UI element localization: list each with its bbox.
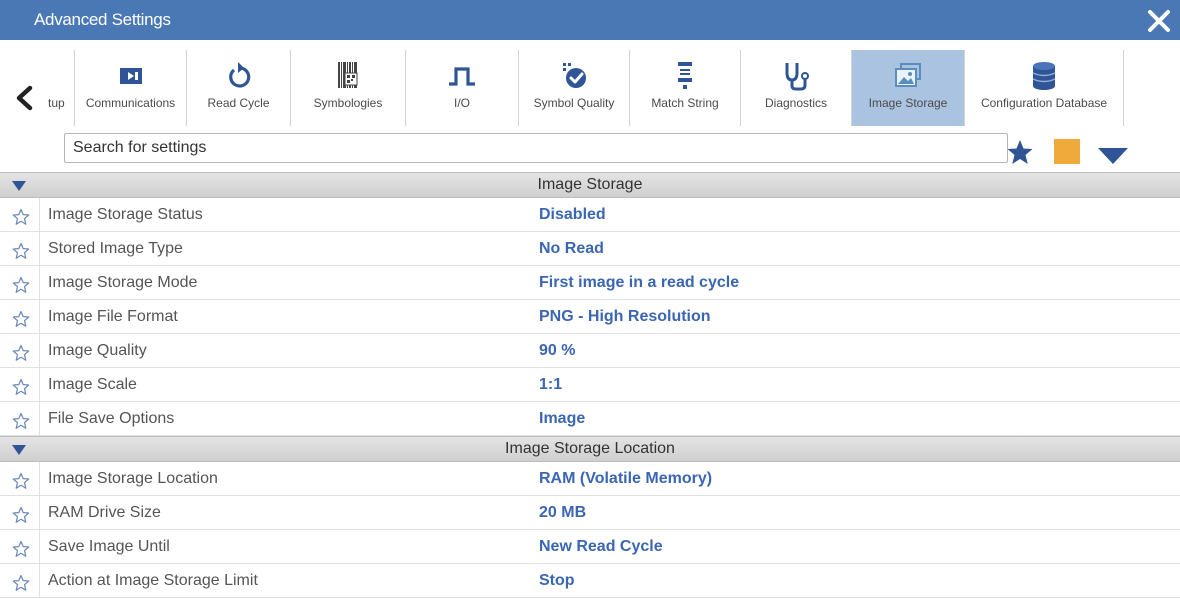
star-outline-icon[interactable] [12,378,30,396]
color-filter-button[interactable] [1054,139,1080,164]
row-divider [39,564,40,597]
tab-communications[interactable]: Communications [75,50,187,126]
database-icon [1032,62,1056,90]
tab-label: Configuration Database [980,96,1108,110]
setting-row[interactable]: Image File Format PNG - High Resolution [0,300,1180,334]
setting-value[interactable]: RAM (Volatile Memory) [539,462,712,495]
row-divider [39,462,40,495]
setting-label: Image File Format [48,308,178,325]
tab-label: Symbologies [313,96,383,110]
tab-label: Match String [651,96,719,110]
star-outline-icon[interactable] [12,344,30,362]
tab-label: Symbol Quality [533,96,615,110]
settings-table: Image Storage Image Storage Status Disab… [0,172,1180,598]
tab-match-string[interactable]: Match String [630,50,741,126]
tab-setup[interactable]: tup [42,50,75,126]
row-divider [39,496,40,529]
row-divider [39,368,40,401]
setting-value[interactable]: Stop [539,564,575,597]
star-outline-icon[interactable] [12,472,30,490]
search-input[interactable] [64,133,1008,163]
favorites-star-icon[interactable] [1006,138,1034,166]
tab-io[interactable]: I/O [406,50,519,126]
star-outline-icon[interactable] [12,276,30,294]
setting-row[interactable]: Save Image Until New Read Cycle [0,530,1180,564]
barcode-icon [338,62,358,88]
setting-value[interactable]: 1:1 [539,368,562,401]
setting-label: Image Storage Location [48,470,218,487]
setting-label: Action at Image Storage Limit [48,572,258,589]
stethoscope-icon [785,63,809,91]
star-outline-icon[interactable] [12,208,30,226]
setting-value[interactable]: Image [539,402,585,435]
setting-row[interactable]: File Save Options Image [0,402,1180,436]
image-icon [895,63,921,87]
setting-label: Image Storage Mode [48,274,198,291]
caret-down-icon[interactable] [1097,147,1129,165]
close-icon[interactable] [1146,8,1172,34]
refresh-icon [228,62,250,88]
row-divider [39,266,40,299]
row-divider [39,300,40,333]
star-outline-icon[interactable] [12,412,30,430]
tab-label: Read Cycle [207,96,270,110]
tab-symbol-quality[interactable]: Symbol Quality [519,50,630,126]
tab-label: I/O [453,96,470,110]
section-header-image-storage-location: Image Storage Location [0,436,1180,462]
row-divider [39,334,40,367]
tab-label: Diagnostics [764,96,828,110]
setting-row[interactable]: Image Storage Location RAM (Volatile Mem… [0,462,1180,496]
section-title: Image Storage [537,176,643,193]
setting-value[interactable]: 90 % [539,334,575,367]
setting-label: Stored Image Type [48,240,183,257]
setting-row[interactable]: Action at Image Storage Limit Stop [0,564,1180,598]
tab-label: Image Storage [868,96,948,110]
window-title: Advanced Settings [34,10,171,29]
star-outline-icon[interactable] [12,574,30,592]
tab-image-storage[interactable]: Image Storage [852,50,965,126]
setting-row[interactable]: Stored Image Type No Read [0,232,1180,266]
pulse-icon [449,67,475,86]
section-header-image-storage: Image Storage [0,172,1180,198]
tab-diagnostics[interactable]: Diagnostics [741,50,852,126]
category-tabs: tup Communications Read Cycle Symbologie… [42,50,1124,126]
setting-value[interactable]: PNG - High Resolution [539,300,711,333]
setting-value[interactable]: 20 MB [539,496,586,529]
setting-label: Image Quality [48,342,147,359]
advanced-settings-window: Advanced Settings tup Communications Rea… [0,0,1180,598]
setting-row[interactable]: Image Scale 1:1 [0,368,1180,402]
row-divider [39,232,40,265]
setting-row[interactable]: Image Storage Status Disabled [0,198,1180,232]
setting-row[interactable]: Image Quality 90 % [0,334,1180,368]
setting-label: Save Image Until [48,538,170,555]
tab-label: Communications [85,96,176,110]
row-divider [39,402,40,435]
title-bar: Advanced Settings [0,0,1180,40]
setting-value[interactable]: New Read Cycle [539,530,663,563]
setting-row[interactable]: RAM Drive Size 20 MB [0,496,1180,530]
setting-label: RAM Drive Size [48,504,161,521]
tab-label: tup [48,96,65,110]
setting-label: Image Scale [48,376,137,393]
star-outline-icon[interactable] [12,242,30,260]
star-outline-icon[interactable] [12,506,30,524]
setting-value[interactable]: No Read [539,232,604,265]
section-title: Image Storage Location [505,440,675,457]
star-outline-icon[interactable] [12,310,30,328]
setting-value[interactable]: First image in a read cycle [539,266,739,299]
communications-icon [119,68,142,84]
setting-label: Image Storage Status [48,206,203,223]
match-string-icon [678,62,692,89]
row-divider [39,530,40,563]
tab-read-cycle[interactable]: Read Cycle [187,50,291,126]
tab-symbologies[interactable]: Symbologies [291,50,406,126]
row-divider [39,198,40,231]
tab-configuration-database[interactable]: Configuration Database [965,50,1124,126]
setting-label: File Save Options [48,410,175,427]
setting-row[interactable]: Image Storage Mode First image in a read… [0,266,1180,300]
quality-badge-icon [563,63,586,88]
setting-value[interactable]: Disabled [539,198,606,231]
star-outline-icon[interactable] [12,540,30,558]
chevron-left-icon[interactable] [6,72,40,122]
